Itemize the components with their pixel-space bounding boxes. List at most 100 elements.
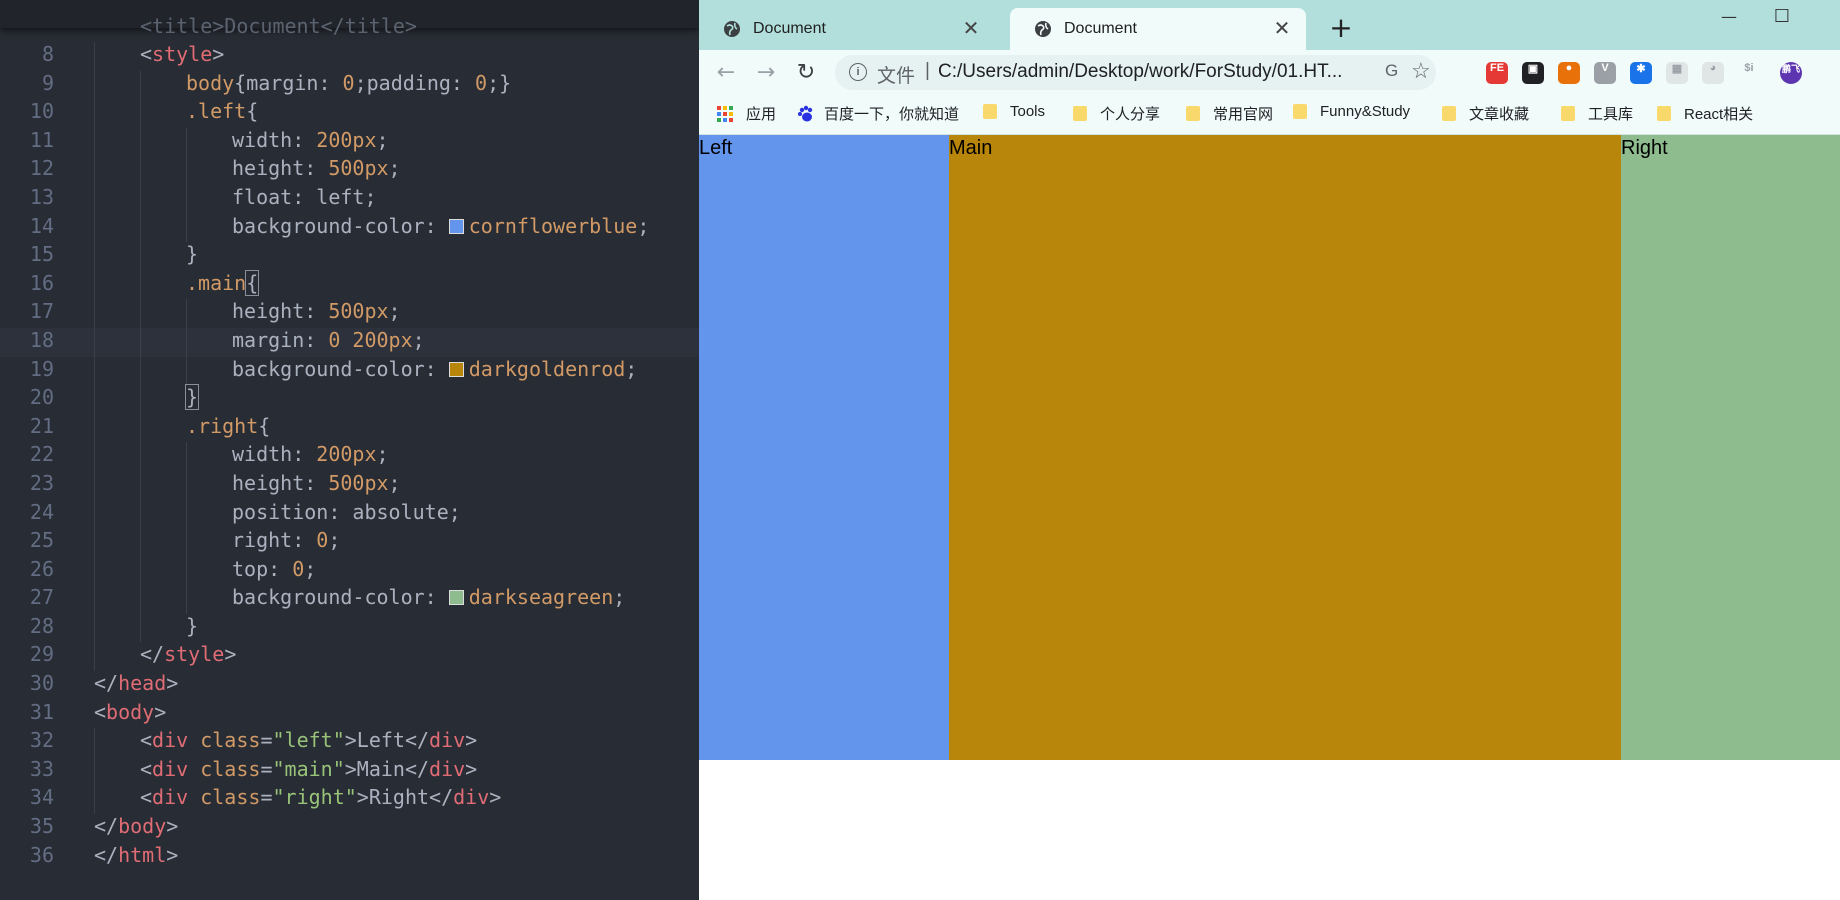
forward-arrow-icon[interactable]: → [751,58,781,88]
code-text: position: absolute; [232,500,461,524]
code-token: > [356,785,369,810]
extension-icon[interactable]: ● [1558,62,1580,84]
line-number: 11 [29,127,54,152]
code-line[interactable]: 30 </head> [0,671,699,700]
bookmark-label: 个人分享 [1100,106,1161,123]
code-token: </ [94,814,119,839]
code-line[interactable]: 28} [0,613,699,643]
code-line[interactable]: 18 margin: 0 200px; [0,327,699,357]
bookmark-item[interactable]: React相关 [1657,103,1753,124]
bookmark-item[interactable]: 文章收藏 [1442,103,1529,124]
code-line[interactable]: 24 position: absolute; [0,499,699,529]
code-line[interactable]: 33 <div class="main">Main</div> [0,756,699,786]
code-token: ; [625,356,638,381]
folder-icon [1561,106,1575,121]
extension-icon[interactable]: $i [1738,62,1760,84]
indent-guide [186,299,187,328]
indent-guide [140,613,141,643]
indent-guide [186,327,187,357]
code-line[interactable]: 12 height: 500px; [0,156,699,185]
bookmark-item[interactable]: Funny&Study [1293,103,1410,120]
code-lines[interactable]: 8 <style> 9 body{margin: 0;padding: 0;} 10 .l… [0,42,699,871]
line-number: 36 [29,842,54,867]
code-token: height: [232,156,329,181]
color-swatch[interactable] [448,218,464,234]
color-swatch[interactable] [448,590,464,606]
code-text: body{margin: 0;padding: 0;} [186,71,511,95]
code-token: margin: [232,327,329,352]
line-number: 35 [29,814,54,839]
extension-icon[interactable]: ✱ [1630,62,1652,84]
translate-icon[interactable]: G [1385,61,1398,81]
code-line[interactable]: 29 </style> [0,642,699,672]
code-token: cornflowerblue [468,213,638,238]
extension-icon[interactable]: ▣ [1522,62,1544,84]
info-icon[interactable]: i [849,63,867,81]
code-line[interactable]: 35 </body> [0,814,699,843]
maximize-button[interactable]: ☐ [1757,2,1807,32]
extension-icon[interactable]: ▦ [1666,62,1688,84]
indent-guide [140,585,141,614]
color-swatch[interactable] [448,361,464,377]
code-line[interactable]: 22 width: 200px; [0,442,699,471]
line-number: 21 [29,413,54,438]
extension-icon[interactable]: 鹏飞 [1780,62,1802,84]
extension-icon[interactable]: ◕ [1702,62,1724,84]
indent-guide [94,270,95,300]
tab-title: Document [753,20,826,37]
code-token: ; [388,156,401,181]
code-editor[interactable]: <title>Document</title> 8 <style> 9 body{ma… [0,0,699,900]
tab-document-1[interactable]: Document ✕ [699,8,995,50]
code-token: } [186,242,199,267]
bookmark-star-icon[interactable]: ☆ [1411,58,1431,84]
close-icon[interactable]: ✕ [1270,17,1294,41]
code-token: </ [94,842,119,867]
bookmark-item[interactable]: 工具库 [1561,103,1633,124]
code-line[interactable]: 23 height: 500px; [0,470,699,500]
new-tab-button[interactable]: + [1325,12,1357,44]
code-line[interactable]: 14 background-color: cornflowerblue; [0,213,699,243]
line-number: 24 [29,499,54,524]
code-line[interactable]: 27 background-color: darkseagreen; [0,585,699,614]
code-token: right: [232,528,317,553]
bookmark-item[interactable]: 个人分享 [1073,103,1160,124]
code-token: "main" [272,756,345,781]
code-token: ; [412,327,425,352]
code-line[interactable]: 19 background-color: darkgoldenrod; [0,356,699,386]
bookmark-item[interactable]: Tools [983,103,1045,120]
folder-icon [1073,106,1087,121]
address-bar[interactable]: i 文件 | C:/Users/admin/Desktop/work/ForSt… [835,55,1436,90]
code-line[interactable]: 11 width: 200px; [0,127,699,157]
bookmark-item[interactable]: 常用官网 [1186,103,1273,124]
tab-document-2[interactable]: Document ✕ [1010,8,1306,50]
minimize-button[interactable]: — [1704,2,1754,32]
reload-icon[interactable]: ↻ [791,58,821,88]
code-line[interactable]: 13 float: left; [0,184,699,214]
code-line[interactable]: 16 .main{ [0,269,699,300]
bookmark-item[interactable]: 应用 [717,103,776,124]
code-line[interactable]: 36 </html> [0,843,699,872]
code-line[interactable]: 32 <div class="left">Left</div> [0,728,699,757]
url-text[interactable]: C:/Users/admin/Desktop/work/ForStudy/01.… [938,61,1342,83]
bookmark-item[interactable]: 百度一下，你就知道 [797,103,959,124]
code-line[interactable]: 31 <body> [0,700,699,729]
code-line[interactable]: 15} [0,242,699,271]
back-arrow-icon[interactable]: ← [711,58,741,88]
code-line[interactable]: 26 top: 0; [0,556,699,586]
line-number: 12 [29,156,54,181]
code-line[interactable]: 9 body{margin: 0;padding: 0;} [0,70,699,100]
close-icon[interactable]: ✕ [959,17,983,41]
code-line[interactable]: 10 .left{ [0,99,699,128]
code-line[interactable]: 20} [0,384,699,414]
code-token: 500px [328,470,389,495]
indent-guide [186,499,187,529]
bookmark-label: 百度一下，你就知道 [824,106,960,123]
extension-icon[interactable]: FE [1486,62,1508,84]
code-line[interactable]: 25 right: 0; [0,528,699,557]
code-line[interactable]: 34 <div class="right">Right</div> [0,785,699,815]
extension-icon[interactable]: V [1594,62,1616,84]
code-line[interactable]: 8 <style> [0,42,699,71]
line-number: 19 [29,356,54,381]
code-line[interactable]: 21 .right{ [0,413,699,443]
code-line[interactable]: 17 height: 500px; [0,299,699,328]
